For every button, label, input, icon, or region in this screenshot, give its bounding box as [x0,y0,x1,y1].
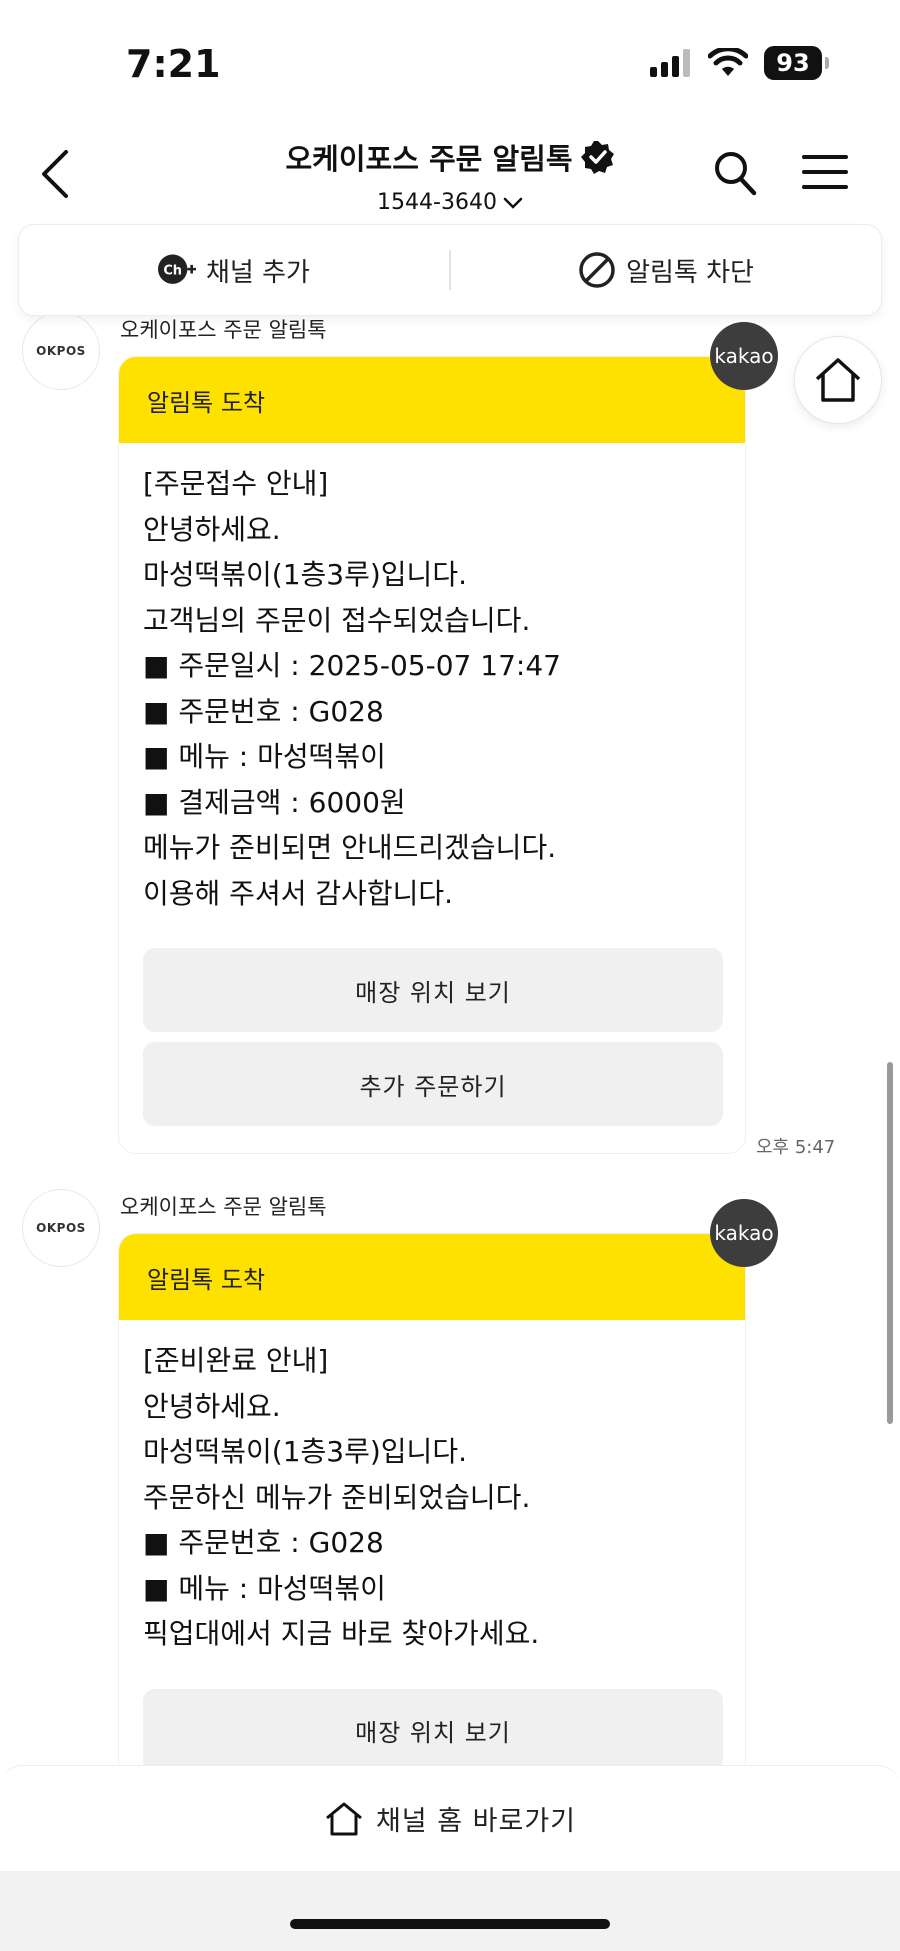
battery-indicator: 93 [764,46,829,80]
menu-icon[interactable] [800,152,850,192]
status-time: 7:21 [126,42,221,86]
scrollbar[interactable] [887,1062,893,1424]
channel-avatar[interactable]: OKPOS [22,1189,100,1267]
additional-order-button[interactable]: 추가 주문하기 [143,1042,723,1126]
message-line: 마성떡볶이(1층3루)입니다. [143,1435,467,1468]
store-location-button[interactable]: 매장 위치 보기 [143,1688,723,1773]
channel-action-bar: Ch 채널 추가 알림톡 차단 [18,224,882,316]
message-card: 알림톡 도착 [주문접수 안내] 안녕하세요. 마성떡볶이(1층3루)입니다. … [118,356,746,1154]
card-header: 알림톡 도착 [119,1234,745,1320]
message-line: ■ 메뉴 : 마성떡볶이 [143,740,386,773]
sender-name: 오케이포스 주문 알림톡 [120,318,327,342]
chat-screen: 7:21 93 오케이포스 주문 알림톡 1544-3640 Ch 채널 추가 … [0,0,900,1951]
kakao-badge: kakao [710,1199,778,1267]
channel-avatar[interactable]: OKPOS [22,312,100,390]
message-line: ■ 주문번호 : G028 [143,694,384,728]
message-line: 마성떡볶이(1층3루)입니다. [143,558,467,591]
title-area: 오케이포스 주문 알림톡 1544-3640 [0,136,900,215]
store-location-button[interactable]: 매장 위치 보기 [143,948,723,1032]
svg-text:Ch: Ch [163,263,182,278]
block-label: 알림톡 차단 [626,257,754,288]
kakao-badge: kakao [710,322,778,390]
block-icon [579,252,615,288]
card-header: 알림톡 도착 [119,357,745,443]
message-time: 오후 5:47 [756,1137,836,1158]
message-line: 메뉴가 준비되면 안내드리겠습니다. [143,831,557,864]
message-line: ■ 주문번호 : G028 [143,1526,384,1559]
message-line: 고객님의 주문이 접수되었습니다. [143,603,531,637]
message-line: 주문하신 메뉴가 준비되었습니다. [143,1480,531,1514]
channel-title-text: 오케이포스 주문 알림톡 [285,142,573,176]
channel-home-label: 채널 홈 바로가기 [375,1806,577,1837]
add-channel-label: 채널 추가 [206,257,310,288]
channel-home-button[interactable]: 채널 홈 바로가기 [0,1766,900,1871]
home-indicator[interactable] [290,1919,610,1929]
message-card: 알림톡 도착 [준비완료 안내] 안녕하세요. 마성떡볶이(1층3루)입니다. … [118,1233,746,1833]
bottom-safe-area [0,1871,900,1951]
home-icon [326,1802,362,1835]
verified-icon [580,141,614,174]
add-channel-button[interactable]: Ch 채널 추가 [19,251,449,289]
phone-selector[interactable]: 1544-3640 [377,190,523,215]
search-icon[interactable] [712,148,758,198]
message-line: ■ 주문일시 : 2025-05-07 17:47 [143,649,561,682]
block-button[interactable]: 알림톡 차단 [451,251,881,289]
signal-icon [650,49,690,77]
wifi-icon [708,48,748,76]
message-line: 안녕하세요. [143,1389,281,1423]
phone-number: 1544-3640 [377,190,497,215]
message-line: 안녕하세요. [143,512,281,546]
channel-home-float-button[interactable] [794,336,882,424]
message-line: ■ 메뉴 : 마성떡볶이 [143,1571,386,1605]
chat-header: 오케이포스 주문 알림톡 1544-3640 [0,130,900,220]
message-line: 픽업대에서 지금 바로 찾아가세요. [143,1617,540,1650]
message-line: [준비완료 안내] [143,1344,329,1377]
message-line: 이용해 주셔서 감사합니다. [143,876,454,910]
chevron-down-icon [503,197,523,209]
channel-add-icon: Ch [158,254,197,284]
card-body: [준비완료 안내] 안녕하세요. 마성떡볶이(1층3루)입니다. 주문하신 메뉴… [119,1320,745,1773]
home-icon [815,358,861,402]
message-line: [주문접수 안내] [143,467,329,500]
status-indicators: 93 [650,46,829,80]
sender-name: 오케이포스 주문 알림톡 [120,1195,327,1219]
channel-title: 오케이포스 주문 알림톡 [286,136,615,178]
message-line: ■ 결제금액 : 6000원 [143,785,406,819]
card-body: [주문접수 안내] 안녕하세요. 마성떡볶이(1층3루)입니다. 고객님의 주문… [119,443,745,1126]
